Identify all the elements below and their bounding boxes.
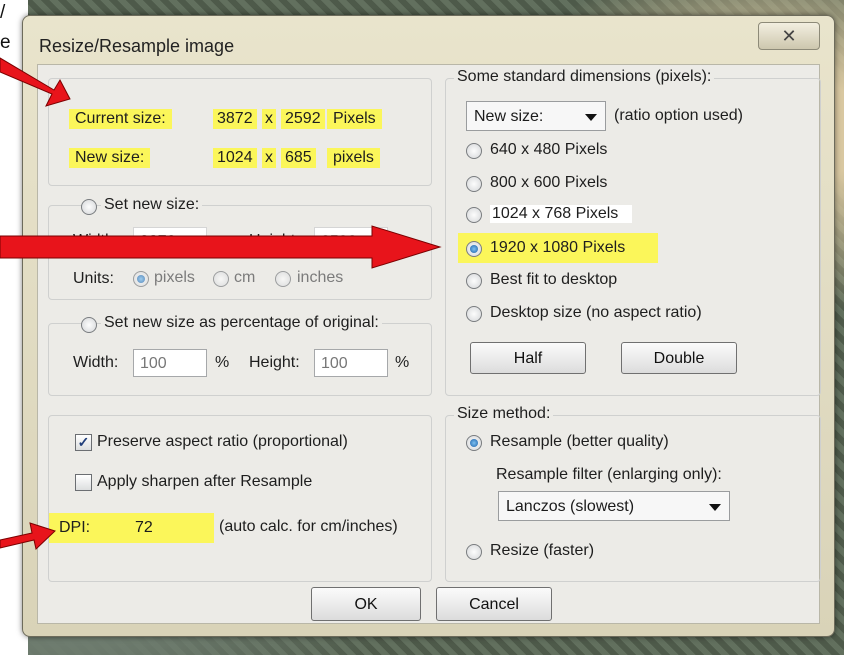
filter-value: Lanczos (slowest) — [506, 498, 635, 515]
new-size-unit: pixels — [327, 148, 380, 168]
standard-dimensions-group: Some standard dimensions (pixels): New s… — [445, 68, 821, 396]
new-height-value: 685 — [281, 148, 316, 168]
set-new-size-group: Set new size: Width: 3872 Height: 2592 U… — [48, 196, 432, 300]
new-width-value: 1024 — [213, 148, 257, 168]
height-label: Height: — [249, 232, 300, 249]
size-method-title: Size method: — [454, 405, 554, 423]
dpi-input[interactable]: 72 — [129, 514, 209, 542]
resize-label: Resize (faster) — [490, 542, 595, 559]
size-800-radio[interactable] — [466, 176, 482, 192]
percentage-radio[interactable] — [81, 317, 97, 333]
chevron-down-icon — [585, 114, 597, 121]
size-1024-radio[interactable] — [466, 207, 482, 223]
percentage-label: Set new size as percentage of original: — [101, 314, 382, 332]
title-bar[interactable]: Resize/Resample image ✕ — [23, 16, 834, 64]
cancel-button[interactable]: Cancel — [436, 587, 552, 621]
half-button[interactable]: Half — [470, 342, 586, 374]
height-input[interactable]: 2592 — [314, 227, 388, 255]
current-size-separator: x — [262, 109, 276, 129]
resample-filter-label: Resample filter (enlarging only): — [496, 466, 722, 483]
current-height-value: 2592 — [281, 109, 325, 129]
current-size-label: Current size: — [69, 109, 172, 129]
current-width-value: 3872 — [213, 109, 257, 129]
dropdown-value: New size: — [474, 108, 544, 125]
unit-cm-radio[interactable] — [213, 271, 229, 287]
percent-width-label: Width: — [73, 354, 119, 371]
ratio-note: (ratio option used) — [614, 107, 743, 124]
background-text-fragment: / — [0, 2, 6, 23]
percent-height-label: Height: — [249, 354, 300, 371]
ok-button[interactable]: OK — [311, 587, 421, 621]
set-new-size-radio[interactable] — [81, 199, 97, 215]
width-label: Width: — [73, 232, 119, 249]
options-group: ✓ Preserve aspect ratio (proportional) A… — [48, 415, 432, 582]
percentage-group: Set new size as percentage of original: … — [48, 314, 432, 396]
resample-label: Resample (better quality) — [490, 433, 669, 450]
unit-pixels-radio[interactable] — [133, 271, 149, 287]
desktop-size-label: Desktop size (no aspect ratio) — [490, 304, 702, 321]
best-fit-radio[interactable] — [466, 273, 482, 289]
desktop-size-radio[interactable] — [466, 306, 482, 322]
resize-radio[interactable] — [466, 544, 482, 560]
size-1920-radio[interactable] — [466, 241, 482, 257]
sharpen-checkbox[interactable] — [75, 474, 92, 491]
size-info-group: Current size: 3872 x 2592 Pixels New siz… — [48, 78, 432, 186]
close-button[interactable]: ✕ — [758, 22, 820, 50]
unit-cm-label: cm — [234, 269, 256, 286]
units-label: Units: — [73, 270, 114, 287]
resample-radio[interactable] — [466, 435, 482, 451]
resize-dialog: Resize/Resample image ✕ Current size: 38… — [22, 15, 835, 637]
size-800-label: 800 x 600 Pixels — [490, 174, 608, 191]
size-640-radio[interactable] — [466, 143, 482, 159]
close-icon: ✕ — [781, 26, 797, 46]
percent-width-input[interactable]: 100 — [133, 349, 207, 377]
unit-inches-label: inches — [297, 269, 344, 286]
preserve-aspect-checkbox[interactable]: ✓ — [75, 434, 92, 451]
chevron-down-icon — [709, 504, 721, 511]
size-1024-label: 1024 x 768 Pixels — [490, 205, 633, 223]
width-input[interactable]: 3872 — [133, 227, 207, 255]
percent-height-input[interactable]: 100 — [314, 349, 388, 377]
sharpen-label: Apply sharpen after Resample — [97, 473, 313, 490]
new-size-separator: x — [262, 148, 276, 168]
dialog-content: Current size: 3872 x 2592 Pixels New siz… — [37, 64, 821, 624]
dialog-title: Resize/Resample image — [39, 36, 235, 56]
dpi-note: (auto calc. for cm/inches) — [219, 518, 398, 535]
size-method-group: Size method: Resample (better quality) R… — [445, 405, 821, 582]
current-size-unit: Pixels — [327, 109, 382, 129]
percent-width-unit: % — [215, 354, 230, 371]
standard-dimensions-title: Some standard dimensions (pixels): — [454, 68, 715, 86]
new-size-dropdown[interactable]: New size: — [466, 101, 606, 131]
best-fit-label: Best fit to desktop — [490, 271, 618, 288]
set-new-size-label: Set new size: — [101, 196, 203, 214]
preserve-aspect-label: Preserve aspect ratio (proportional) — [97, 433, 348, 450]
percent-height-unit: % — [395, 354, 410, 371]
size-1920-label: 1920 x 1080 Pixels — [490, 239, 626, 256]
unit-pixels-label: pixels — [154, 269, 195, 286]
resample-filter-dropdown[interactable]: Lanczos (slowest) — [498, 491, 730, 521]
background-text-fragment: e — [0, 32, 11, 53]
unit-inches-radio[interactable] — [275, 271, 291, 287]
new-size-label: New size: — [69, 148, 151, 168]
double-button[interactable]: Double — [621, 342, 737, 374]
size-640-label: 640 x 480 Pixels — [490, 141, 608, 158]
dpi-label: DPI: — [59, 519, 91, 536]
